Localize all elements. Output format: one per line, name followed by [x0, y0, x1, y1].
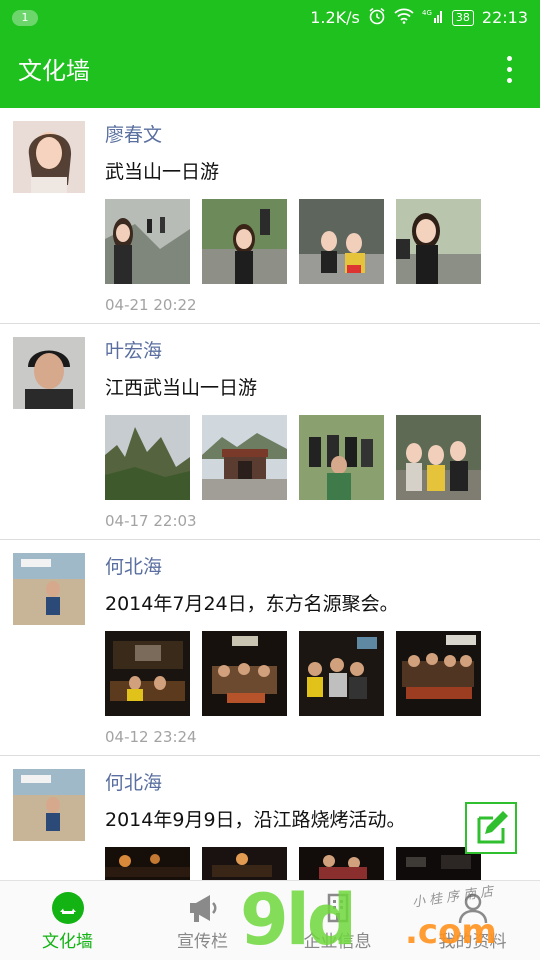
photo-grid [105, 631, 481, 716]
wifi-icon [394, 8, 414, 28]
notification-badge: 1 [12, 10, 38, 26]
app-bar: 文化墙 [0, 36, 540, 108]
avatar[interactable] [13, 553, 85, 625]
post-time: 04-17 22:03 [105, 512, 197, 530]
nav-label: 我的资料 [438, 932, 507, 952]
edit-icon [467, 811, 515, 856]
photo-grid [105, 415, 481, 500]
post-photo[interactable] [396, 631, 481, 716]
post-text: 2014年7月24日，东方名源聚会。 [105, 593, 399, 615]
avatar[interactable] [13, 337, 85, 409]
signal-icon: 4G [422, 8, 444, 28]
network-speed: 1.2K/s [310, 8, 360, 27]
alarm-icon [368, 7, 386, 29]
post-photo[interactable] [396, 199, 481, 284]
battery-indicator: 38 [451, 10, 474, 26]
post-photo[interactable] [299, 415, 384, 500]
post-photo[interactable] [202, 631, 287, 716]
nav-tab-culture-wall[interactable]: 文化墙 [0, 881, 135, 960]
photo-grid [105, 199, 481, 284]
nav-label: 宣传栏 [177, 932, 228, 952]
status-bar: 1 1.2K/s 4G 38 22:13 [0, 0, 540, 36]
post-text: 江西武当山一日游 [105, 377, 258, 399]
author-name[interactable]: 何北海 [105, 554, 162, 580]
post-photo[interactable] [202, 199, 287, 284]
culture-wall-icon [51, 891, 85, 925]
post-photo[interactable] [299, 199, 384, 284]
profile-icon [456, 891, 490, 925]
bottom-navigation: 文化墙 宣传栏 企业信息 我的资料 [0, 880, 540, 960]
post-photo[interactable] [299, 631, 384, 716]
nav-tab-bulletin[interactable]: 宣传栏 [135, 881, 270, 960]
post-photo[interactable] [299, 847, 384, 880]
author-name[interactable]: 何北海 [105, 770, 162, 796]
post-photo[interactable] [202, 415, 287, 500]
building-icon [321, 891, 355, 925]
nav-tab-company-info[interactable]: 企业信息 [270, 881, 405, 960]
author-name[interactable]: 廖春文 [105, 122, 162, 148]
post-photo[interactable] [105, 847, 190, 880]
post-photo[interactable] [396, 415, 481, 500]
avatar[interactable] [13, 121, 85, 193]
author-name[interactable]: 叶宏海 [105, 338, 162, 364]
svg-text:4G: 4G [422, 9, 432, 17]
nav-tab-my-profile[interactable]: 我的资料 [405, 881, 540, 960]
post-photo[interactable] [105, 415, 190, 500]
post-photo[interactable] [202, 847, 287, 880]
status-icons: 1.2K/s 4G 38 22:13 [310, 7, 528, 29]
post-text: 2014年9月9日，沿江路烧烤活动。 [105, 809, 406, 831]
post-feed[interactable]: 廖春文 武当山一日游 04-21 20:22 叶宏海 江西武当山一日游 04-1… [0, 108, 540, 880]
post-item[interactable]: 叶宏海 江西武当山一日游 04-17 22:03 [0, 324, 540, 540]
post-text: 武当山一日游 [105, 161, 220, 183]
nav-label: 企业信息 [303, 932, 372, 952]
post-item[interactable]: 何北海 2014年7月24日，东方名源聚会。 04-12 23:24 [0, 540, 540, 756]
compose-post-button[interactable] [465, 802, 517, 854]
megaphone-icon [186, 891, 220, 925]
photo-grid [105, 847, 481, 880]
overflow-menu-icon[interactable] [504, 56, 514, 88]
nav-label: 文化墙 [42, 932, 93, 952]
post-photo[interactable] [105, 199, 190, 284]
clock: 22:13 [481, 8, 528, 27]
page-title: 文化墙 [18, 57, 90, 85]
post-item[interactable]: 何北海 2014年9月9日，沿江路烧烤活动。 [0, 756, 540, 880]
avatar[interactable] [13, 769, 85, 841]
post-photo[interactable] [105, 631, 190, 716]
post-item[interactable]: 廖春文 武当山一日游 04-21 20:22 [0, 108, 540, 324]
post-time: 04-21 20:22 [105, 296, 197, 314]
post-time: 04-12 23:24 [105, 728, 197, 746]
